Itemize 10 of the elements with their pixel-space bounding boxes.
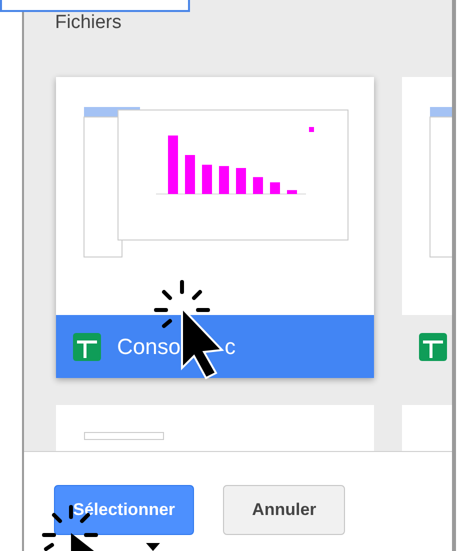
file-card[interactable]: Conso c — [56, 77, 374, 378]
select-button[interactable]: Sélectionner — [54, 485, 194, 535]
spreadsheet-icon — [73, 332, 101, 360]
file-thumbnail[interactable] — [56, 405, 374, 451]
spreadsheet-icon — [419, 332, 447, 360]
cancel-button[interactable]: Annuler — [223, 485, 346, 535]
file-name: c — [224, 333, 236, 361]
section-title: Fichiers — [55, 11, 122, 35]
file-name: Conso — [117, 333, 181, 361]
input-field[interactable] — [0, 0, 190, 12]
